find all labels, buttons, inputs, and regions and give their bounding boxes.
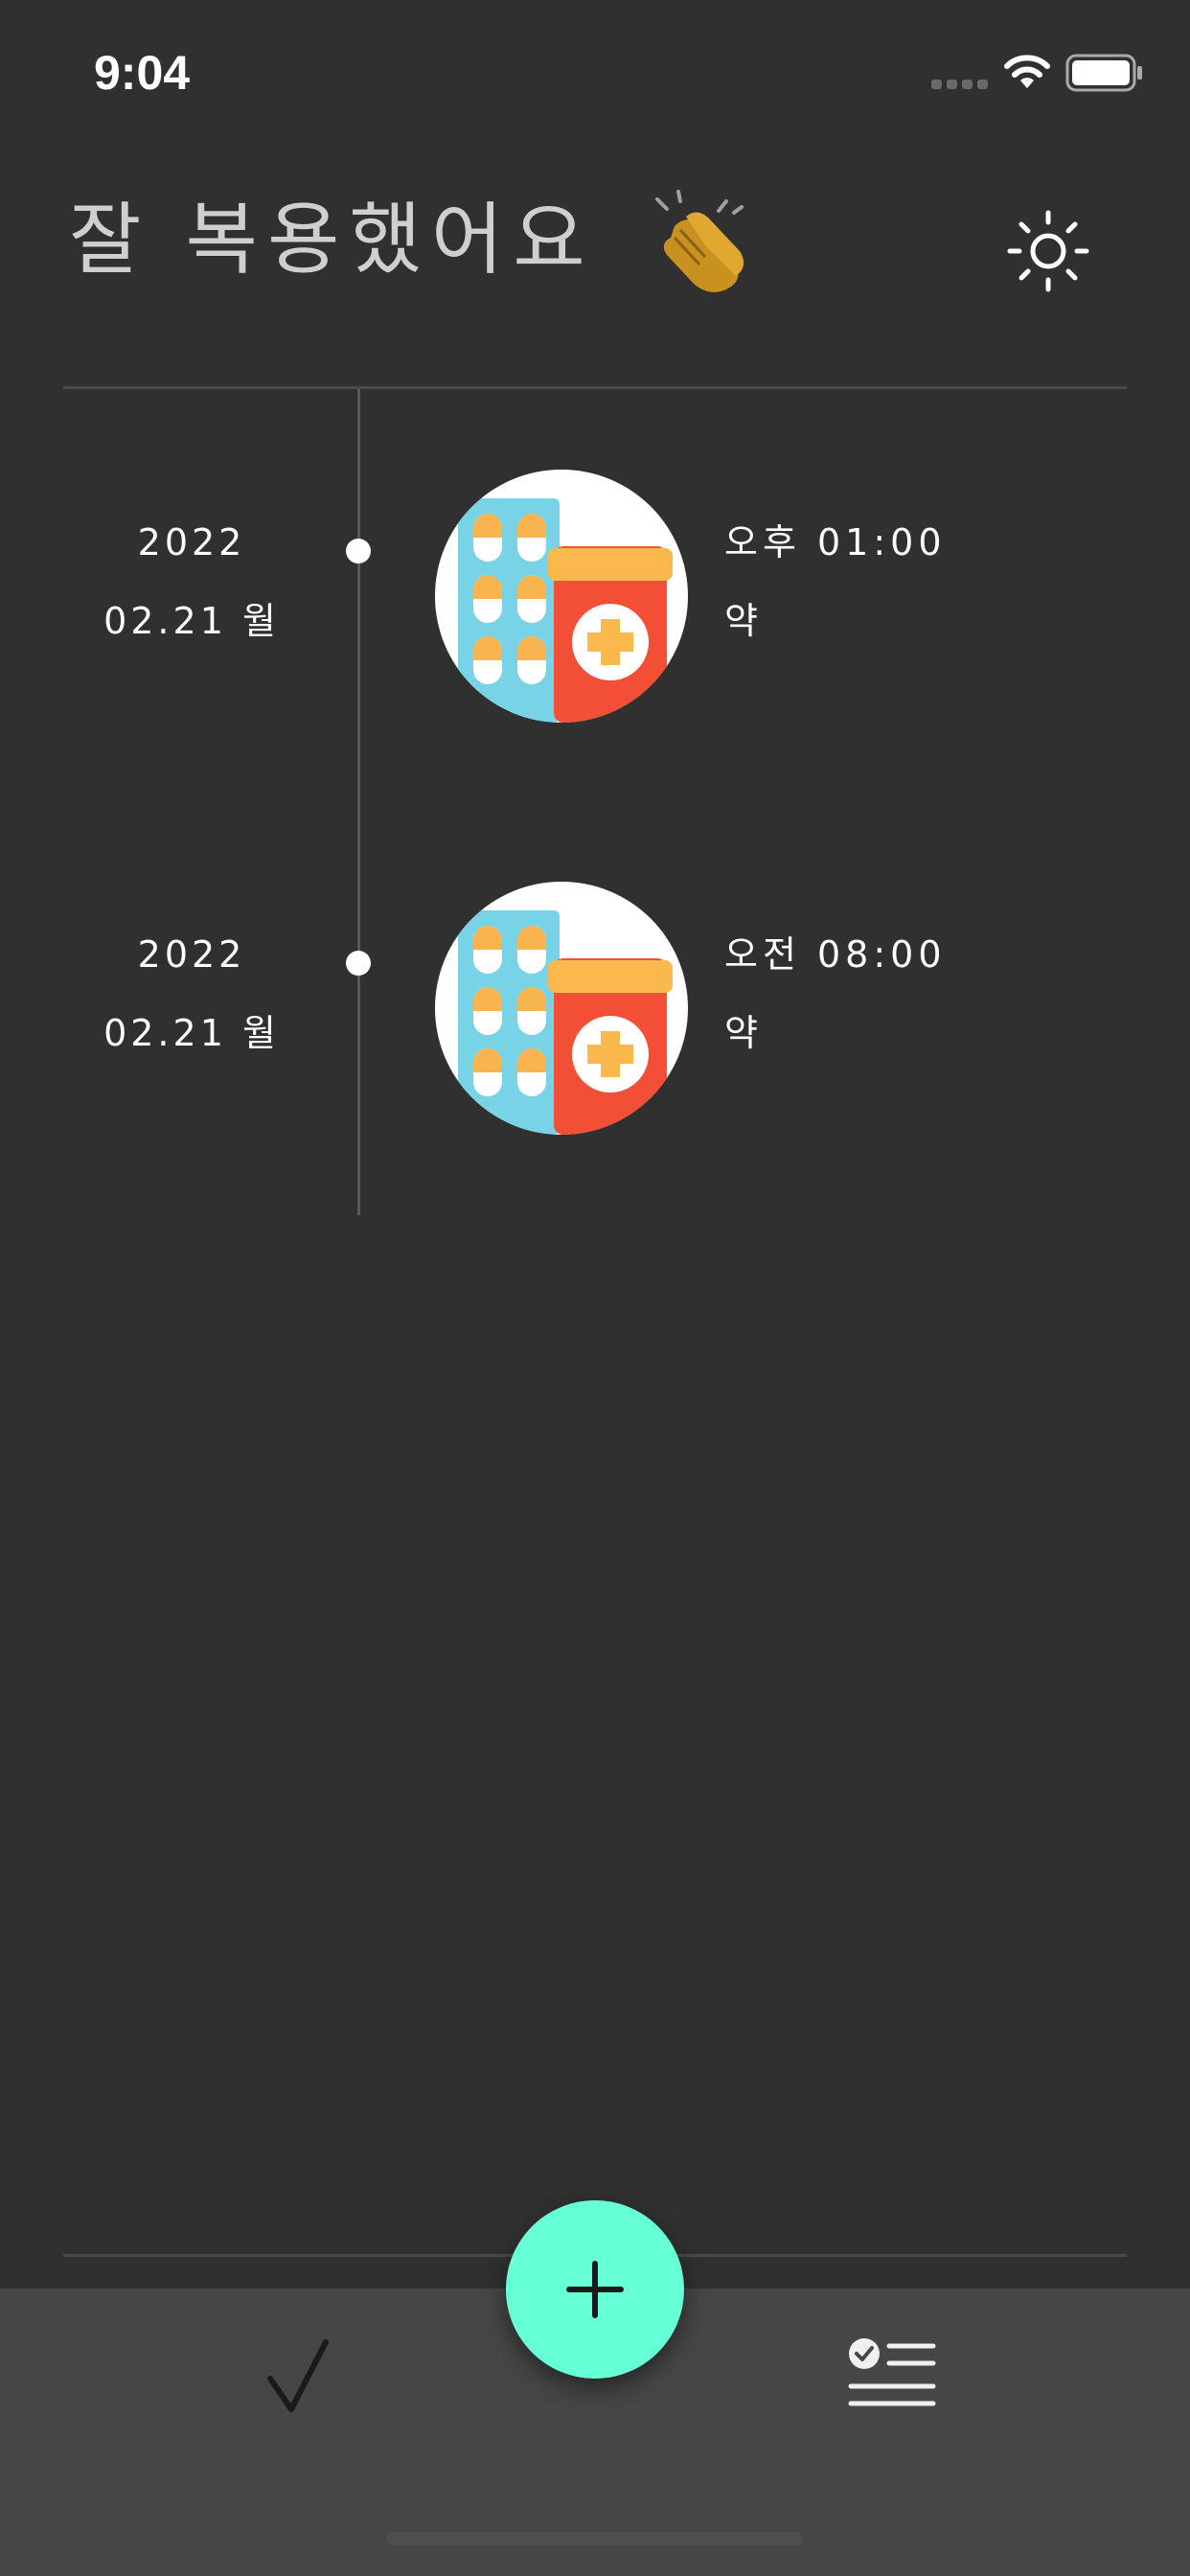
checkmark-icon — [267, 2339, 329, 2412]
tab-checklist-button[interactable] — [847, 2336, 939, 2419]
entry-time: 오후 01:00 — [724, 521, 947, 564]
page-title: 잘 복용했어요 — [69, 195, 595, 286]
add-button[interactable] — [506, 2200, 684, 2379]
timeline-entry[interactable]: 2022 02.21 월 — [0, 470, 1190, 738]
entry-date: 02.21 월 — [103, 600, 280, 642]
header-divider — [63, 386, 1127, 389]
theme-toggle-button[interactable] — [1004, 207, 1092, 295]
status-time: 9:04 — [94, 46, 191, 100]
entry-time: 오전 08:00 — [724, 933, 947, 976]
entry-date: 02.21 월 — [103, 1012, 280, 1054]
medicine-image — [435, 470, 688, 723]
battery-icon — [1065, 54, 1142, 92]
tab-taken-button[interactable] — [251, 2331, 343, 2423]
entry-medicine-name: 약 — [724, 1012, 758, 1054]
timeline-dot — [346, 539, 371, 564]
timeline-entry[interactable]: 2022 02.21 월 — [0, 882, 1190, 1150]
medicine-icon — [458, 910, 673, 1135]
cellular-signal-icon — [931, 80, 988, 89]
plus-icon — [566, 2261, 624, 2318]
entry-year: 2022 — [137, 933, 246, 976]
clapping-hands-icon — [655, 190, 744, 292]
entry-medicine-name: 약 — [724, 600, 758, 642]
medicine-icon — [458, 498, 673, 723]
medicine-image — [435, 882, 688, 1135]
entry-year: 2022 — [137, 521, 246, 564]
wifi-icon — [1004, 55, 1050, 88]
home-indicator[interactable] — [387, 2532, 803, 2545]
timeline-dot — [346, 951, 371, 976]
checklist-icon — [848, 2338, 936, 2406]
